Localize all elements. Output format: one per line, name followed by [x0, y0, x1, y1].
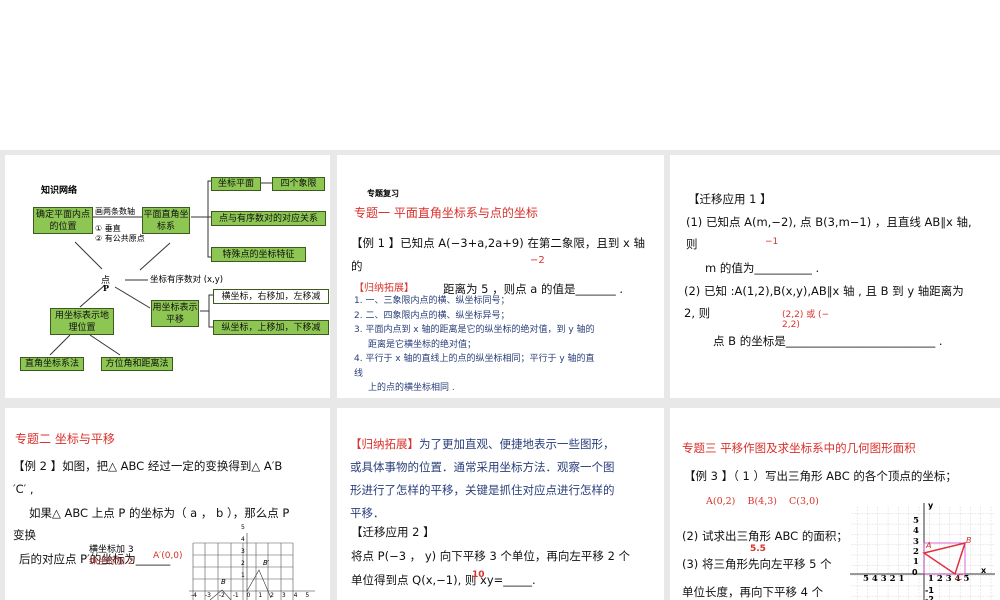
x-tick: -1 — [232, 592, 239, 599]
summary-label: 【归纳拓展】 — [350, 437, 419, 451]
point-b-label: B — [966, 536, 972, 545]
box-horiz: 横坐标，右移加，左移减 — [213, 289, 329, 304]
label-p: P — [103, 283, 110, 293]
summary-text: 为了更加直观、便捷地表示一些图形， — [419, 437, 615, 451]
slide-thumbnail-4[interactable]: 专题二 坐标与平移 【例 2 】如图，把△ ABC 经过一定的变换得到△ A′B… — [5, 408, 330, 600]
q1-line-2: 则 — [686, 237, 698, 251]
coordinate-grid-chart — [189, 533, 315, 600]
point-c-label: C — [957, 573, 963, 582]
slide-thumbnail-6[interactable]: 专题三 平移作图及求坐标系中的几何图形面积 【例 3 】（ 1 ）写出三角形 A… — [670, 408, 1000, 600]
summary-item: 2. 二、四象限内点的横、纵坐标异号； — [354, 310, 510, 321]
y-tick-neg: -2 — [925, 595, 934, 600]
y-tick: 1 — [913, 557, 919, 568]
y-tick: 4 — [241, 536, 245, 543]
label-b: B — [221, 578, 226, 586]
x-tick: 5 — [305, 592, 310, 599]
box-correspond: 点与有序数对的对应关系 — [211, 211, 326, 226]
summary-item: 线 — [354, 368, 364, 379]
summary-text: 形进行了怎样的平移，关键是抓住对应点进行怎样的 — [350, 483, 615, 497]
example-line-2: 的 — [351, 259, 363, 273]
label-axes: 画两条数轴 — [95, 207, 135, 216]
y-tick: 4 — [913, 526, 919, 537]
box-plane: 平面直角坐标系 — [142, 207, 190, 234]
x-axis-label: x — [981, 566, 987, 575]
x-tick: -2 — [218, 592, 225, 599]
question-line-2: 单位得到点 Q(x,−1), 则 xy=_____. — [351, 573, 536, 587]
label-pair: 坐标有序数对 (x,y) — [150, 275, 224, 285]
x-tick: 2 — [270, 592, 274, 599]
slide-thumbnail-5[interactable]: 【归纳拓展】为了更加直观、便捷地表示一些图形， 或具体事物的位置．通常采用坐标方… — [337, 408, 664, 600]
x-ticks: -4 -3 -2 -1 0 1 2 3 4 5 — [191, 592, 309, 599]
x-tick: 4 — [293, 592, 298, 599]
summary-item: 3. 平面内点到 x 轴的距离是它的纵坐标的绝对值，到 y 轴的 — [354, 325, 595, 335]
coordinate-grid-chart — [850, 503, 995, 600]
y-ticks: 54321 — [913, 516, 919, 567]
box-quadrants: 四个象限 — [272, 177, 325, 191]
blank-header-area — [0, 0, 1000, 150]
y-tick: 1 — [241, 572, 245, 579]
origin-label: 0 — [912, 568, 918, 577]
box-special: 特殊点的坐标特征 — [211, 247, 306, 262]
summary-item: 1. 一、三象限内点的横、纵坐标同号； — [354, 296, 510, 306]
question-line-1: 将点 P(−3 ， y) 向下平移 3 个单位，再向左平移 2 个 — [351, 549, 631, 563]
x-ticks-positive: 1 2 3 4 5 — [928, 574, 970, 584]
box-translate: 用坐标表示平移 — [151, 300, 199, 327]
x-tick: 0 — [246, 592, 251, 599]
y-tick-neg: -1 — [925, 586, 934, 595]
x-tick: 1 — [258, 592, 263, 599]
slide-thumbnail-3[interactable]: 【迁移应用 1 】 (1) 已知点 A(m,−2), 点 B(3,m−1) ，且… — [670, 155, 1000, 398]
answer: 10 — [472, 570, 485, 580]
y-tick: 3 — [913, 536, 919, 547]
box-rect: 直角坐标系法 — [20, 357, 84, 371]
y-tick: 3 — [241, 548, 245, 555]
heading: 知识网络 — [41, 186, 78, 196]
summary-list: 1. 一、三象限内点的横、纵坐标同号； 2. 二、四象限内点的横、纵坐标异号； … — [354, 294, 595, 396]
label-b-prime: B′ — [263, 559, 270, 567]
summary-label: 【归纳拓展】 — [354, 283, 414, 294]
summary-text: 平移． — [350, 506, 385, 520]
summary-item: 距离是它横坐标的绝对值； — [368, 339, 477, 350]
y-tick: 5 — [241, 524, 245, 531]
y-tick: 2 — [913, 546, 919, 557]
y-tick: 5 — [913, 516, 919, 526]
box-locate: 确定平面内点的位置 — [33, 207, 93, 234]
answer-1: −1 — [765, 237, 779, 247]
slide-thumbnail-1[interactable]: 知识网络 确定平面内点的位置 平面直角坐标系 坐标平面 四个象限 点与有序数对的… — [5, 155, 330, 398]
answer-2a: (2,2) 或 (− — [782, 310, 830, 320]
q1-line-1: (1) 已知点 A(m,−2), 点 B(3,m−1) ，且直线 AB∥x 轴, — [686, 215, 972, 229]
summary-paragraph: 【归纳拓展】为了更加直观、便捷地表示一些图形， 或具体事物的位置．通常采用坐标方… — [350, 433, 615, 525]
x-tick: -3 — [204, 592, 211, 599]
slide-title: 专题一 平面直角坐标系与点的坐标 — [354, 206, 538, 220]
answer: −2 — [530, 255, 545, 266]
x-ticks-negative: 5 4 3 2 1 — [863, 574, 905, 584]
summary-item: 上的点的横坐标相同 . — [368, 383, 455, 393]
example-line-1: 【例 1 】已知点 A(−3+a,2a+9) 在第二象限，且到 x 轴 — [351, 236, 646, 250]
label-origin: ② 有公共原点 — [95, 234, 145, 243]
q1-line-3: m 的值为__________ . — [705, 261, 820, 275]
x-tick: -4 — [191, 592, 197, 599]
heading: 【迁移应用 1 】 — [688, 192, 772, 206]
q2-line-2: 2, 则 — [684, 306, 711, 320]
q2-line-1: (2) 已知 :A(1,2),B(x,y),AB∥x 轴 , 且 B 到 y 轴… — [684, 284, 964, 298]
point-a-label: A — [926, 541, 932, 550]
box-coord-plane: 坐标平面 — [211, 177, 261, 191]
q2-line-3: 点 B 的坐标是__________________________ . — [713, 334, 943, 348]
box-geo: 用坐标表示地理位置 — [50, 308, 114, 335]
y-tick: 2 — [241, 560, 245, 567]
y-axis-label: y — [928, 501, 934, 510]
answer-2b: 2,2) — [782, 320, 800, 330]
heading: 【迁移应用 2 】 — [351, 525, 435, 539]
x-tick: 3 — [281, 592, 286, 599]
box-vert: 纵坐标，上移加，下移减 — [213, 320, 329, 335]
summary-item: 4. 平行于 x 轴的直线上的点的纵坐标相同；平行于 y 轴的直 — [354, 354, 595, 364]
section-label: 专题复习 — [367, 189, 399, 198]
summary-text: 或具体事物的位置．通常采用坐标方法．观察一个图 — [350, 460, 615, 474]
slide-thumbnail-2[interactable]: 专题复习 专题一 平面直角坐标系与点的坐标 【例 1 】已知点 A(−3+a,2… — [337, 155, 664, 398]
box-bearing: 方位角和距离法 — [101, 357, 173, 371]
